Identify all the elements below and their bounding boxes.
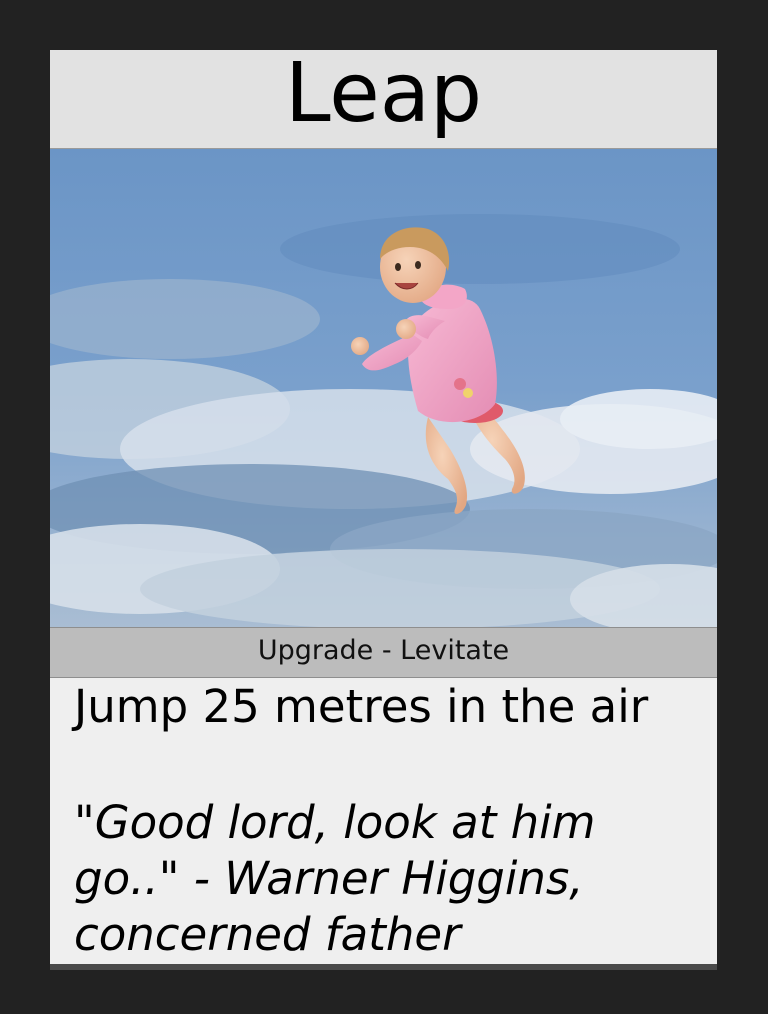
card-type-line: Upgrade - Levitate: [257, 635, 510, 666]
flying-baby-illustration: [50, 149, 717, 627]
card-rules-text: Jump 25 metres in the air: [74, 680, 649, 733]
card-text-box: Jump 25 metres in the air "Good lord, lo…: [50, 678, 717, 964]
card-title: Leap: [285, 46, 482, 141]
card-type-bar: Upgrade - Levitate: [50, 627, 717, 678]
card-title-bar: Leap: [50, 50, 717, 149]
card-art: [50, 149, 717, 627]
card-flavor-text: "Good lord, look at him go.." - Warner H…: [74, 796, 596, 961]
card-frame: Leap Upgrade - Levitate Jump 25 metres i…: [0, 0, 768, 1014]
card: Leap Upgrade - Levitate Jump 25 metres i…: [50, 50, 717, 964]
